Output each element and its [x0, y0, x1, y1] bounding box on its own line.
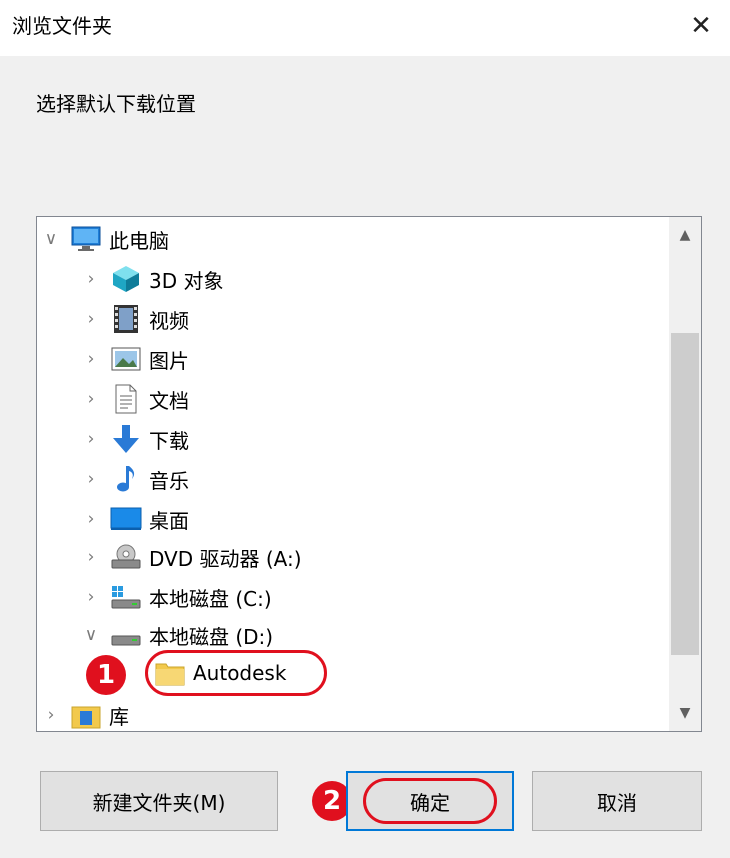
tree-item-label: 图片: [149, 348, 189, 373]
download-arrow-icon: [109, 424, 143, 454]
tree-item-music[interactable]: › 音乐: [81, 460, 189, 498]
tree-item-label: 桌面: [149, 508, 189, 533]
picture-icon: [109, 344, 143, 374]
tree-item-label: 本地磁盘 (D:): [149, 624, 274, 649]
selected-highlight-ring: [145, 650, 327, 696]
chevron-right-icon[interactable]: ›: [81, 509, 101, 529]
chevron-down-icon[interactable]: ∨: [81, 625, 101, 645]
chevron-up-icon: ▲: [679, 227, 691, 243]
folder-tree[interactable]: ∨ 此电脑 › 3D 对象 › 视频 › 图片 › 文档 › 下载 › 音乐 ›…: [36, 216, 702, 732]
tree-item-label: 库: [109, 704, 129, 729]
dvd-drive-icon: [109, 542, 143, 572]
tree-item-label: 文档: [149, 388, 189, 413]
chevron-right-icon[interactable]: ›: [81, 349, 101, 369]
cube-3d-icon: [109, 264, 143, 294]
chevron-right-icon[interactable]: ›: [81, 587, 101, 607]
tree-item-3d-objects[interactable]: › 3D 对象: [81, 260, 223, 298]
tree-item-label: 此电脑: [109, 228, 169, 253]
local-drive-icon: [109, 620, 143, 650]
title-bar: 浏览文件夹 ✕: [0, 0, 730, 56]
chevron-right-icon[interactable]: ›: [41, 705, 61, 725]
dialog-prompt: 选择默认下载位置: [36, 92, 196, 116]
tree-item-label: 视频: [149, 308, 189, 333]
close-icon: ✕: [690, 11, 712, 41]
chevron-right-icon[interactable]: ›: [81, 429, 101, 449]
chevron-right-icon[interactable]: ›: [81, 389, 101, 409]
desktop-icon: [109, 504, 143, 534]
chevron-down-icon: ▼: [679, 705, 691, 721]
tree-item-drive-c[interactable]: › 本地磁盘 (C:): [81, 578, 272, 616]
document-icon: [109, 384, 143, 414]
cancel-button[interactable]: 取消: [532, 771, 702, 831]
tree-item-pictures[interactable]: › 图片: [81, 340, 189, 378]
chevron-right-icon[interactable]: ›: [81, 309, 101, 329]
vertical-scrollbar[interactable]: ▲ ▼: [669, 217, 701, 731]
scroll-down-button[interactable]: ▼: [669, 695, 701, 731]
library-icon: [69, 700, 103, 730]
tree-item-desktop[interactable]: › 桌面: [81, 500, 189, 538]
window-title: 浏览文件夹: [12, 14, 112, 38]
tree-item-library[interactable]: › 库: [41, 696, 129, 731]
tree-item-label: 下载: [149, 428, 189, 453]
system-drive-icon: [109, 582, 143, 612]
ok-highlight-ring: [363, 778, 497, 824]
tree-item-label: 音乐: [149, 468, 189, 493]
tree-item-dvd-drive[interactable]: › DVD 驱动器 (A:): [81, 538, 302, 576]
tree-item-label: DVD 驱动器 (A:): [149, 546, 302, 571]
chevron-right-icon[interactable]: ›: [81, 469, 101, 489]
tree-item-label: 3D 对象: [149, 268, 224, 293]
monitor-icon: [69, 224, 103, 254]
tree-item-videos[interactable]: › 视频: [81, 300, 189, 338]
chevron-right-icon[interactable]: ›: [81, 547, 101, 567]
music-note-icon: [109, 464, 143, 494]
tree-item-downloads[interactable]: › 下载: [81, 420, 189, 458]
tree-item-documents[interactable]: › 文档: [81, 380, 189, 418]
chevron-down-icon[interactable]: ∨: [41, 229, 61, 249]
tree-item-this-pc[interactable]: ∨ 此电脑: [41, 220, 169, 258]
tree-item-label: 本地磁盘 (C:): [149, 586, 272, 611]
close-button[interactable]: ✕: [672, 0, 730, 52]
scroll-up-button[interactable]: ▲: [669, 217, 701, 253]
scroll-thumb[interactable]: [671, 333, 699, 655]
step-badge-1: 1: [86, 655, 126, 695]
chevron-right-icon[interactable]: ›: [81, 269, 101, 289]
tree-item-drive-d[interactable]: ∨ 本地磁盘 (D:): [81, 616, 273, 654]
new-folder-button[interactable]: 新建文件夹(M): [40, 771, 278, 831]
film-icon: [109, 304, 143, 334]
